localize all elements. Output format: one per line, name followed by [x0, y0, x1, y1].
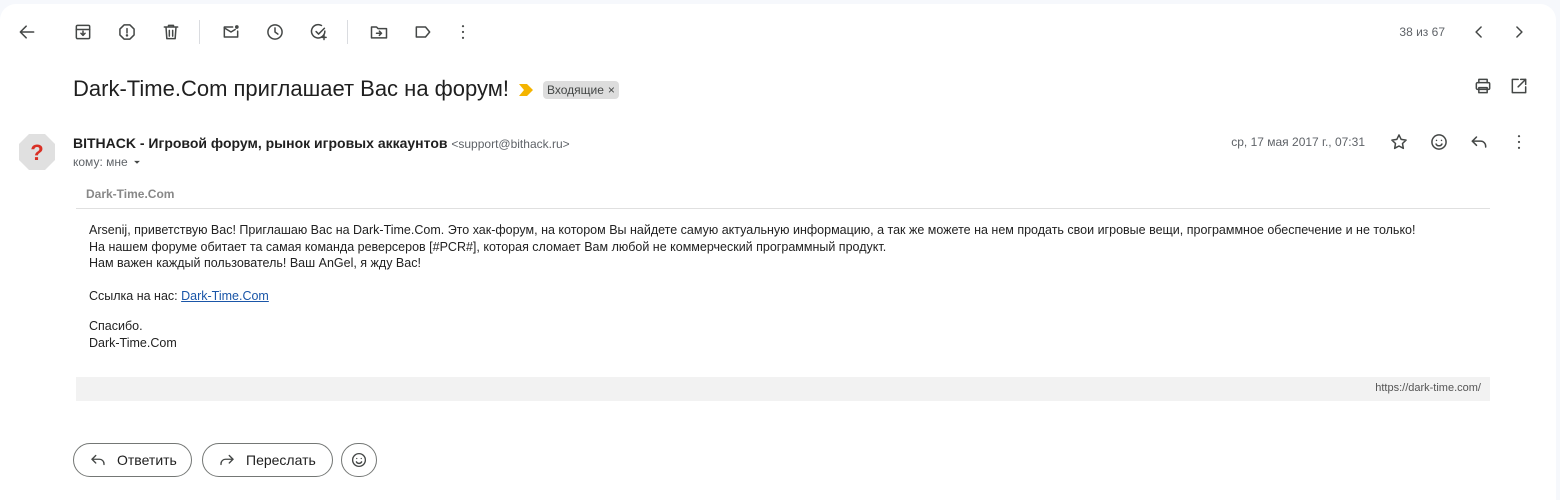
message-header-title: Dark-Time.Com — [86, 187, 175, 201]
reply-button[interactable]: Ответить — [73, 443, 192, 477]
reply-icon[interactable] — [1459, 122, 1499, 162]
delete-icon[interactable] — [151, 12, 191, 52]
importance-marker-icon[interactable] — [519, 84, 533, 96]
thanks-line: Спасибо. — [89, 318, 143, 333]
mark-unread-icon[interactable] — [211, 12, 251, 52]
link-prefix: Ссылка на нас: — [89, 289, 182, 304]
footer-url[interactable]: https://dark-time.com/ — [1375, 382, 1481, 394]
forward-button[interactable]: Переслать — [202, 443, 333, 477]
message-body: Arsenij, приветствую Вас! Приглашаю Вас … — [89, 222, 1415, 351]
sender-email: <support@bithack.ru> — [451, 137, 570, 151]
recipient-text: кому: мне — [73, 155, 128, 169]
reply-icon — [91, 454, 105, 466]
message-footer-bar: https://dark-time.com/ — [76, 377, 1490, 401]
signature-line: Dark-Time.Com — [89, 335, 177, 350]
label-chip-text: Входящие — [547, 83, 604, 97]
star-icon[interactable] — [1379, 122, 1419, 162]
svg-text:?: ? — [30, 140, 43, 165]
add-reaction-emoji-icon[interactable] — [1419, 122, 1459, 162]
email-date: ср, 17 мая 2017 г., 07:31 — [1231, 135, 1365, 149]
message-header-divider — [76, 208, 1490, 209]
forward-button-label: Переслать — [246, 452, 316, 468]
report-spam-icon[interactable] — [107, 12, 147, 52]
label-icon[interactable] — [403, 12, 443, 52]
newer-chevron-left-icon[interactable] — [1459, 12, 1499, 52]
emoji-reaction-button[interactable] — [341, 443, 377, 477]
forward-icon — [220, 454, 234, 466]
message-counter: 38 из 67 — [1399, 25, 1445, 39]
reply-button-label: Ответить — [117, 452, 177, 468]
email-view: 38 из 67 Dark-Time.Com приглашает Вас на… — [0, 4, 1556, 500]
site-link[interactable]: Dark-Time.Com — [181, 289, 269, 303]
print-icon[interactable] — [1463, 66, 1503, 106]
toolbar-divider — [199, 20, 200, 44]
link-line: Ссылка на нас: Dark-Time.Com — [89, 288, 1415, 305]
sender-name: BITHACK - Игровой форум, рынок игровых а… — [73, 135, 448, 151]
smiley-icon — [351, 452, 367, 468]
move-to-icon[interactable] — [359, 12, 399, 52]
chevron-down-icon[interactable] — [130, 155, 144, 169]
body-line: На нашем форуме обитает та самая команда… — [89, 239, 887, 254]
add-task-icon[interactable] — [299, 12, 339, 52]
label-chip-inbox: Входящие × — [543, 81, 619, 99]
sender-avatar-unknown-icon: ? — [19, 134, 55, 170]
sender-line: BITHACK - Игровой форум, рынок игровых а… — [73, 135, 570, 151]
email-subject: Dark-Time.Com приглашает Вас на форум! — [73, 76, 509, 101]
archive-icon[interactable] — [63, 12, 103, 52]
snooze-icon[interactable] — [255, 12, 295, 52]
open-in-new-window-icon[interactable] — [1499, 66, 1539, 106]
body-line: Arsenij, приветствую Вас! Приглашаю Вас … — [89, 223, 1416, 237]
toolbar-divider — [347, 20, 348, 44]
remove-label-icon[interactable]: × — [608, 83, 615, 97]
older-chevron-right-icon[interactable] — [1499, 12, 1539, 52]
more-options-icon[interactable] — [1499, 122, 1539, 162]
body-line: Нам важен каждый пользователь! Ваш AnGel… — [89, 256, 421, 271]
back-arrow-icon[interactable] — [7, 12, 47, 52]
more-vert-icon[interactable] — [443, 12, 483, 52]
recipient-details[interactable]: кому: мне — [73, 155, 144, 169]
